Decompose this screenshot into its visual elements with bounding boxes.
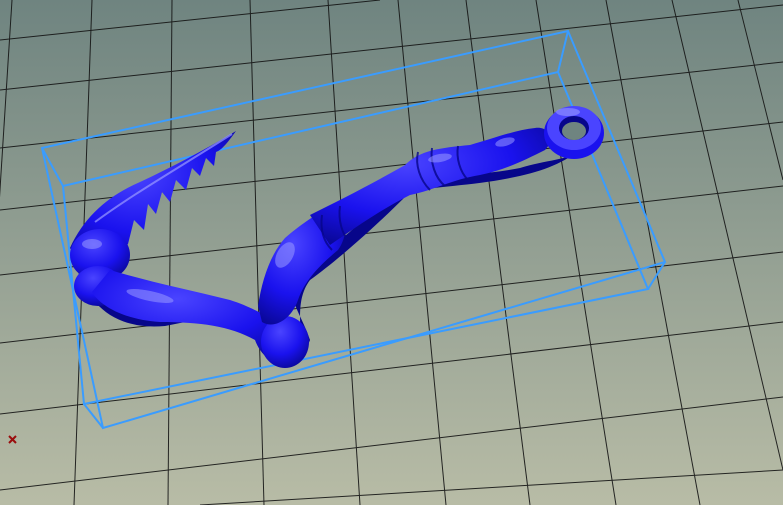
viewport-canvas[interactable] (0, 0, 783, 505)
3d-viewport[interactable] (0, 0, 783, 505)
